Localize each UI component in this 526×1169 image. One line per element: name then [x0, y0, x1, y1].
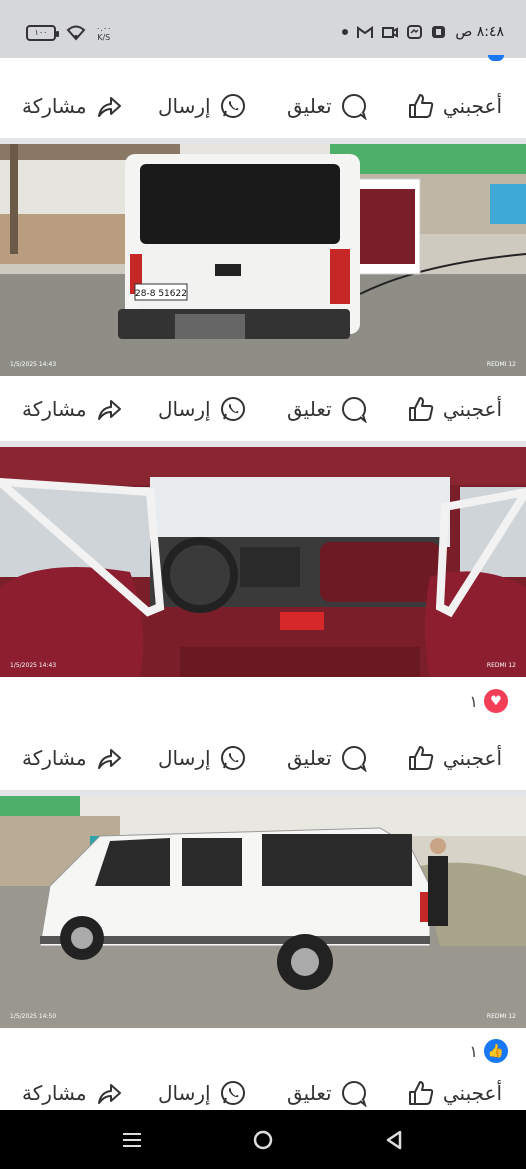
share-button[interactable]: مشاركة [22, 727, 123, 789]
action-row-3: أعجبني تعليق إرسال مشاركة [0, 727, 526, 789]
photo-date: 1/5/2025 14:43 [10, 662, 57, 669]
comment-label: تعليق [287, 746, 332, 770]
whatsapp-icon [220, 1081, 245, 1105]
comment-button[interactable]: تعليق [287, 727, 368, 789]
status-right: ٨:٤٨ ص [342, 24, 504, 40]
photo-camera: REDMI 12 [486, 662, 516, 669]
reaction-summary-1[interactable]: ١ ♥ [0, 683, 526, 723]
app-icon [432, 26, 446, 38]
thumbs-up-icon [408, 397, 434, 421]
send-label: إرسال [158, 1081, 211, 1105]
share-label: مشاركة [22, 746, 87, 770]
photo-camera: REDMI 12 [486, 361, 516, 368]
send-button[interactable]: إرسال [158, 378, 247, 440]
net-speed-value: ٠.٠٠ [96, 24, 112, 33]
comment-button[interactable]: تعليق [287, 378, 368, 440]
post-photo-2[interactable]: 1/5/2025 14:43 REDMI 12 [0, 447, 526, 677]
wifi-icon [66, 25, 86, 41]
post-photo-3[interactable]: 1/5/2025 14:50 REDMI 12 [0, 796, 526, 1028]
like-label: أعجبني [442, 94, 502, 118]
share-button[interactable]: مشاركة [22, 75, 123, 137]
net-speed-unit: K/S [97, 33, 111, 42]
reaction-count[interactable]: ١ ♥ [469, 689, 508, 713]
license-plate: 28-8 51622 [135, 289, 187, 299]
photo-date: 1/5/2025 14:50 [10, 1013, 57, 1020]
like-button[interactable]: أعجبني [407, 378, 502, 440]
comment-icon [341, 397, 367, 423]
story-indicator [488, 55, 504, 61]
notification-dot-icon [342, 29, 349, 35]
whatsapp-icon [220, 94, 245, 118]
photo-camera: REDMI 12 [486, 1013, 516, 1020]
comment-label: تعليق [287, 94, 332, 118]
share-button[interactable]: مشاركة [22, 378, 123, 440]
reaction-summary-2[interactable]: ١ 👍 [0, 1033, 526, 1073]
comment-button[interactable]: تعليق [287, 75, 368, 137]
comment-button[interactable]: تعليق [287, 1074, 368, 1110]
thumbs-up-icon [408, 746, 434, 770]
like-label: أعجبني [442, 1081, 502, 1105]
send-button[interactable]: إرسال [158, 1074, 247, 1110]
send-button[interactable]: إرسال [158, 727, 247, 789]
share-arrow-icon [97, 400, 121, 420]
send-button[interactable]: إرسال [158, 75, 247, 137]
back-icon[interactable] [382, 1128, 406, 1152]
thumbs-up-icon [408, 94, 434, 118]
share-label: مشاركة [22, 1081, 87, 1105]
share-label: مشاركة [22, 94, 87, 118]
share-arrow-icon [97, 749, 121, 769]
status-bar: ١٠٠ ٠.٠٠ K/S ٨:٤٨ ص [0, 0, 526, 58]
like-button[interactable]: أعجبني [407, 727, 502, 789]
comment-icon [341, 746, 367, 772]
share-arrow-icon [97, 97, 121, 117]
reaction-count[interactable]: ١ 👍 [469, 1039, 508, 1063]
status-left: ١٠٠ ٠.٠٠ K/S [26, 24, 111, 42]
comment-icon [341, 94, 367, 120]
video-icon [382, 26, 399, 38]
send-label: إرسال [158, 746, 211, 770]
comment-label: تعليق [287, 397, 332, 421]
suv-interior-photo [0, 447, 526, 677]
like-reaction-icon: 👍 [484, 1039, 508, 1063]
reaction-count-value: ١ [469, 691, 478, 711]
battery-icon: ١٠٠ [26, 25, 59, 41]
comment-label: تعليق [287, 1081, 332, 1105]
recent-apps-icon[interactable] [120, 1128, 144, 1152]
whatsapp-icon [220, 746, 245, 770]
action-row-1: أعجبني تعليق إرسال مشاركة [0, 75, 526, 137]
heart-icon: ♥ [484, 689, 508, 713]
network-speed: ٠.٠٠ K/S [96, 24, 111, 42]
post-photo-1[interactable]: 28-8 51622 1/5/2025 14:43 REDMI 12 [0, 144, 526, 376]
gmail-icon [357, 25, 374, 38]
home-icon[interactable] [251, 1128, 275, 1152]
suv-rear-photo: 28-8 51622 [0, 144, 526, 376]
send-label: إرسال [158, 397, 211, 421]
action-row-4: أعجبني تعليق إرسال مشاركة [0, 1074, 526, 1110]
action-row-2: أعجبني تعليق إرسال مشاركة [0, 378, 526, 440]
like-button[interactable]: أعجبني [407, 75, 502, 137]
send-label: إرسال [158, 94, 211, 118]
reaction-count-value: ١ [469, 1041, 478, 1061]
whatsapp-icon [220, 397, 245, 421]
like-button[interactable]: أعجبني [407, 1074, 502, 1110]
system-nav-bar [0, 1110, 526, 1169]
thumbs-up-icon [408, 1081, 434, 1105]
share-label: مشاركة [22, 397, 87, 421]
messenger-icon [407, 25, 423, 39]
suv-side-photo [0, 796, 526, 1028]
like-label: أعجبني [442, 746, 502, 770]
clock: ٨:٤٨ ص [455, 24, 504, 40]
comment-icon [341, 1081, 367, 1107]
share-button[interactable]: مشاركة [22, 1074, 123, 1110]
share-arrow-icon [97, 1084, 121, 1104]
like-label: أعجبني [442, 397, 502, 421]
photo-date: 1/5/2025 14:43 [10, 361, 57, 368]
